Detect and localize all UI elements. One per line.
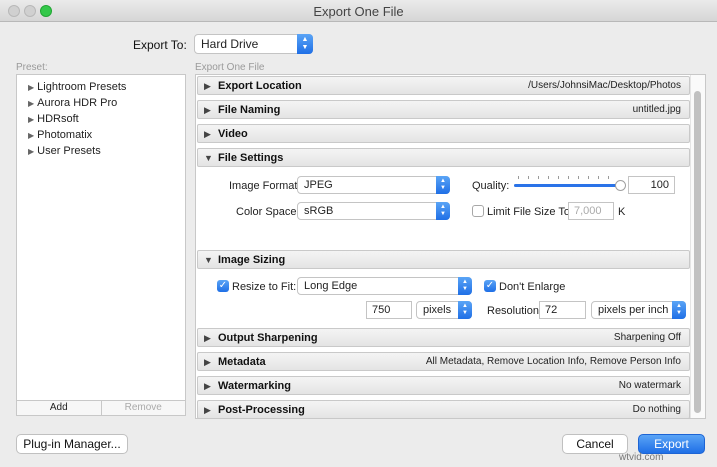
- preset-item[interactable]: ▶ User Presets: [28, 145, 101, 157]
- section-output-sharpening[interactable]: ▶ Output Sharpening Sharpening Off: [197, 328, 690, 347]
- preset-item[interactable]: ▶ Photomatix: [28, 129, 92, 141]
- export-to-select[interactable]: Hard Drive ▲ ▼: [194, 34, 313, 54]
- quality-slider-ticks: [518, 176, 616, 179]
- color-space-select[interactable]: sRGB ▲ ▼: [297, 202, 450, 220]
- export-to-label: Export To:: [133, 38, 187, 52]
- section-file-naming[interactable]: ▶ File Naming untitled.jpg: [197, 100, 690, 119]
- section-file-settings[interactable]: ▼ File Settings: [197, 148, 690, 167]
- size-field[interactable]: 750: [366, 301, 412, 319]
- limit-file-size-field[interactable]: 7,000: [568, 202, 614, 220]
- checkmark-icon: ✓: [218, 280, 228, 291]
- triangle-right-icon: ▶: [204, 405, 211, 415]
- resize-to-fit-checkbox[interactable]: ✓: [217, 280, 229, 292]
- resize-mode-select[interactable]: Long Edge ▲ ▼: [297, 277, 472, 295]
- triangle-down-icon: ▼: [204, 153, 213, 163]
- triangle-right-icon: ▶: [204, 357, 211, 367]
- checkmark-icon: ✓: [485, 280, 495, 291]
- quality-slider-fill: [514, 184, 621, 187]
- chevron-updown-icon: ▲ ▼: [458, 277, 472, 295]
- chevron-updown-icon: ▲ ▼: [672, 301, 686, 319]
- scrollbar[interactable]: [690, 75, 705, 418]
- quality-label: Quality:: [472, 180, 510, 192]
- preset-item[interactable]: ▶ Aurora HDR Pro: [28, 97, 117, 109]
- triangle-right-icon: ▶: [28, 83, 35, 92]
- quality-slider-knob[interactable]: [615, 180, 626, 191]
- triangle-right-icon: ▶: [28, 131, 35, 140]
- section-watermarking[interactable]: ▶ Watermarking No watermark: [197, 376, 690, 395]
- color-space-label: Color Space:: [236, 206, 300, 218]
- preset-item[interactable]: ▶ HDRsoft: [28, 113, 79, 125]
- image-format-label: Image Format:: [229, 180, 301, 192]
- section-video[interactable]: ▶ Video: [197, 124, 690, 143]
- window-title: Export One File: [313, 4, 404, 19]
- quality-field[interactable]: 100: [628, 176, 675, 194]
- section-metadata[interactable]: ▶ Metadata All Metadata, Remove Location…: [197, 352, 690, 371]
- triangle-right-icon: ▶: [28, 147, 35, 156]
- preset-label: Preset:: [16, 62, 48, 73]
- export-to-value: Hard Drive: [201, 37, 259, 51]
- triangle-right-icon: ▶: [204, 129, 211, 139]
- resolution-unit-select[interactable]: pixels per inch ▲ ▼: [591, 301, 686, 319]
- title-bar: Export One File: [0, 0, 717, 22]
- chevron-updown-icon: ▲ ▼: [436, 202, 450, 220]
- triangle-right-icon: ▶: [204, 333, 211, 343]
- cancel-button[interactable]: Cancel: [562, 434, 628, 454]
- triangle-down-icon: ▼: [204, 255, 213, 265]
- dont-enlarge-label: Don't Enlarge: [499, 281, 566, 293]
- section-export-location[interactable]: ▶ Export Location /Users/JohnsiMac/Deskt…: [197, 76, 690, 95]
- triangle-right-icon: ▶: [204, 105, 211, 115]
- limit-file-size-label: Limit File Size To:: [487, 206, 573, 218]
- section-label: Export One File: [195, 62, 265, 73]
- limit-file-size-unit: K: [618, 206, 626, 218]
- quality-slider[interactable]: [514, 184, 621, 187]
- triangle-right-icon: ▶: [204, 381, 211, 391]
- export-button[interactable]: Export: [638, 434, 705, 454]
- section-post-processing[interactable]: ▶ Post-Processing Do nothing: [197, 400, 690, 418]
- limit-file-size-checkbox[interactable]: [472, 205, 484, 217]
- dont-enlarge-checkbox[interactable]: ✓: [484, 280, 496, 292]
- triangle-right-icon: ▶: [204, 81, 211, 91]
- preset-list: ▶ Lightroom Presets ▶ Aurora HDR Pro ▶ HDRs…: [16, 74, 186, 401]
- resolution-label: Resolution:: [487, 305, 543, 317]
- settings-panel: ▶ Export Location /Users/JohnsiMac/Deskt…: [195, 74, 706, 419]
- add-preset-button[interactable]: Add: [17, 401, 102, 415]
- resolution-field[interactable]: 72: [539, 301, 586, 319]
- preset-item[interactable]: ▶ Lightroom Presets: [28, 81, 126, 93]
- scrollbar-thumb[interactable]: [694, 91, 701, 413]
- size-unit-select[interactable]: pixels ▲ ▼: [416, 301, 472, 319]
- chevron-updown-icon: ▲ ▼: [436, 176, 450, 194]
- watermark-text: wtvid.com: [619, 452, 664, 463]
- preset-buttons: Add Remove: [16, 400, 186, 416]
- section-image-sizing[interactable]: ▼ Image Sizing: [197, 250, 690, 269]
- resize-to-fit-label: Resize to Fit:: [232, 281, 297, 293]
- plugin-manager-button[interactable]: Plug-in Manager...: [16, 434, 128, 454]
- triangle-right-icon: ▶: [28, 99, 35, 108]
- image-format-select[interactable]: JPEG ▲ ▼: [297, 176, 450, 194]
- chevron-updown-icon: ▲ ▼: [297, 34, 313, 54]
- chevron-updown-icon: ▲ ▼: [458, 301, 472, 319]
- remove-preset-button[interactable]: Remove: [102, 401, 186, 415]
- triangle-right-icon: ▶: [28, 115, 35, 124]
